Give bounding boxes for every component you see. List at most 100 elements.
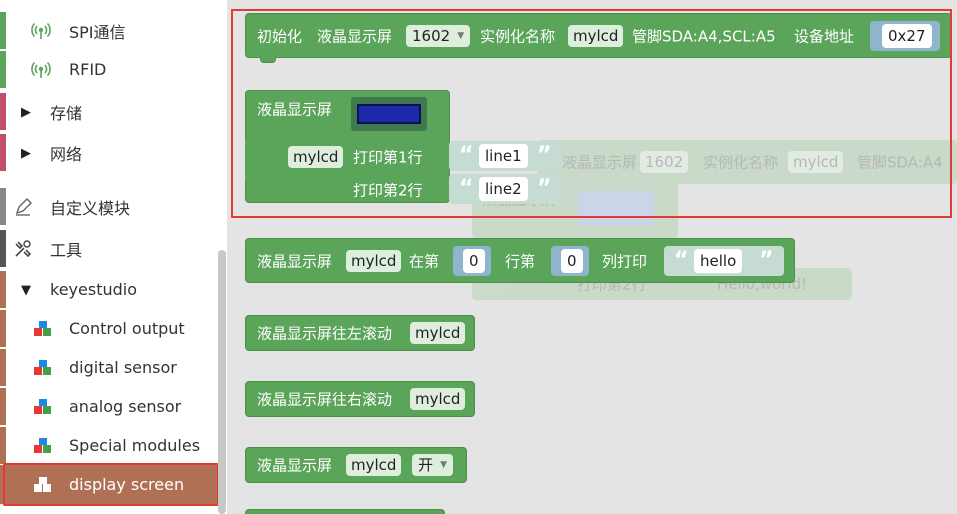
power-state-dropdown[interactable]: 开 ▼ (412, 454, 454, 476)
string-block-hello[interactable]: “ hello ” (664, 246, 784, 276)
category-color-bar (0, 51, 6, 88)
category-color-bar (0, 349, 6, 386)
close-quote-icon: ” (537, 176, 552, 201)
lcd-name-field[interactable]: mylcd (410, 322, 466, 344)
block-label: 液晶显示屏 (257, 100, 333, 119)
triangle-right-icon: ▶ (21, 104, 31, 120)
ghost-field: mylcd (788, 151, 844, 173)
sidebar-item-label: digital sensor (69, 358, 177, 377)
lcd-name-field[interactable]: mylcd (346, 249, 402, 272)
triangle-down-icon: ▼ (21, 282, 31, 298)
lcd-name-field[interactable]: mylcd (410, 388, 466, 410)
block-label: 液晶显示屏往左滚动 (257, 324, 393, 343)
ghost-label: 管脚SDA:A4 (857, 153, 943, 172)
block-label: 液晶显示屏 (317, 27, 393, 45)
sidebar-item-spi[interactable]: SPI通信 (0, 11, 218, 50)
category-color-bar (0, 388, 6, 425)
sidebar-scrollbar[interactable] (218, 250, 226, 514)
category-color-bar (0, 271, 6, 308)
close-quote-icon: ” (537, 143, 552, 168)
category-color-bar (0, 310, 6, 347)
block-label: 行第 (505, 252, 536, 270)
address-field[interactable]: 0x27 (882, 24, 932, 48)
ghost-label: 液晶显示屏 (562, 153, 638, 172)
pencil-icon (13, 197, 33, 217)
dropdown-value: 开 (418, 456, 434, 474)
sidebar-item-network[interactable]: ▶ 网络 (0, 133, 218, 172)
lcd-print-lines-block[interactable]: 液晶显示屏 mylcd 打印第1行 打印第2行 (245, 90, 450, 203)
lcd-model-dropdown[interactable]: 1602 ▼ (406, 24, 471, 47)
lcd-name-field[interactable]: mylcd (288, 146, 344, 168)
sidebar-item-rfid[interactable]: RFID (0, 50, 218, 89)
sidebar-item-label: 网络 (50, 144, 83, 164)
block-label: 管脚SDA:A4,SCL:A5 (632, 27, 776, 45)
string-block-line2[interactable]: “ line2 ” (449, 174, 562, 204)
string-field[interactable]: line2 (479, 177, 528, 201)
chevron-down-icon: ▼ (440, 460, 448, 470)
block-label: 在第 (409, 252, 440, 270)
lcd-init-block[interactable]: 初始化 液晶显示屏 1602 ▼ 实例化名称 mylcd 管脚SDA:A4,SCL… (245, 13, 952, 58)
sidebar-item-special-modules[interactable]: Special modules (0, 426, 218, 465)
block-label: 打印第2行 (353, 181, 423, 200)
close-quote-icon: ” (759, 248, 774, 273)
address-value-block[interactable]: 0x27 (870, 21, 940, 51)
string-block-line1[interactable]: “ line1 ” (449, 141, 562, 171)
block-label: 液晶显示屏往右滚动 (257, 390, 393, 409)
tools-icon (13, 239, 33, 259)
lcd-scroll-right-block[interactable]: 液晶显示屏往右滚动 mylcd (245, 381, 475, 417)
row-value-block[interactable]: 0 (453, 246, 491, 276)
string-field[interactable]: line1 (479, 144, 528, 168)
open-quote-icon: “ (459, 143, 474, 168)
sidebar-item-keyestudio[interactable]: ▼ keyestudio (0, 270, 218, 309)
ghost-init-block: 液晶显示屏 1602 实例化名称 mylcd 管脚SDA:A4 (537, 140, 957, 184)
open-quote-icon: “ (674, 248, 689, 273)
ghost-field: 1602 (640, 151, 689, 173)
ghost-label: 实例化名称 (703, 153, 779, 172)
col-field[interactable]: 0 (561, 249, 583, 273)
sidebar-item-label: analog sensor (69, 397, 182, 416)
triangle-right-icon: ▶ (21, 145, 31, 161)
sidebar-item-label: SPI通信 (69, 22, 126, 42)
block-label: 实例化名称 (480, 27, 556, 45)
string-field[interactable]: hello (694, 249, 743, 273)
sidebar-item-label: 工具 (50, 240, 83, 260)
row-field[interactable]: 0 (463, 249, 485, 273)
sidebar-item-digital-sensor[interactable]: digital sensor (0, 348, 218, 387)
partial-block[interactable] (245, 509, 445, 514)
sidebar-item-control-output[interactable]: Control output (0, 309, 218, 348)
category-color-bar (0, 93, 6, 130)
wireless-icon (31, 60, 51, 80)
lcd-print-position-block[interactable]: 液晶显示屏 mylcd 在第 0 行第 0 列打印 “ hello ” (245, 238, 795, 283)
sidebar-item-custom-module[interactable]: 自定义模块 (0, 187, 218, 226)
ghost-lcd-image (578, 191, 654, 225)
sidebar-item-label: RFID (69, 60, 107, 79)
block-connector (260, 57, 276, 63)
toolbox-sidebar: SPI通信 RFID ▶ 存储 ▶ 网络 自定义模块 工具 ▼ keyestud… (0, 0, 227, 514)
blocks-icon (33, 358, 53, 378)
blocks-workspace[interactable]: 液晶显示屏 1602 实例化名称 mylcd 管脚SDA:A4 液晶显示屏 打印… (227, 0, 957, 514)
sidebar-item-label: display screen (69, 475, 185, 494)
sidebar-item-label: Special modules (69, 436, 201, 455)
category-color-bar (0, 188, 6, 225)
dropdown-value: 1602 (412, 26, 451, 45)
chevron-down-icon: ▼ (457, 30, 465, 41)
sidebar-item-analog-sensor[interactable]: analog sensor (0, 387, 218, 426)
instance-name-field[interactable]: mylcd (568, 24, 624, 47)
category-color-bar (0, 427, 6, 464)
block-label: 液晶显示屏 (257, 252, 333, 270)
open-quote-icon: “ (459, 176, 474, 201)
block-inner-mouth (245, 140, 275, 180)
col-value-block[interactable]: 0 (551, 246, 589, 276)
lcd-power-block[interactable]: 液晶显示屏 mylcd 开 ▼ (245, 447, 467, 483)
category-color-bar (0, 134, 6, 171)
lcd-name-field[interactable]: mylcd (346, 454, 402, 476)
sidebar-item-display-screen[interactable]: display screen (0, 465, 218, 504)
sidebar-item-storage[interactable]: ▶ 存储 (0, 92, 218, 131)
blocks-icon (33, 475, 53, 495)
sidebar-item-tools[interactable]: 工具 (0, 229, 218, 268)
block-label: 列打印 (602, 252, 648, 270)
blocks-icon (33, 436, 53, 456)
category-color-bar (0, 230, 6, 267)
blocks-icon (33, 319, 53, 339)
lcd-scroll-left-block[interactable]: 液晶显示屏往左滚动 mylcd (245, 315, 475, 351)
